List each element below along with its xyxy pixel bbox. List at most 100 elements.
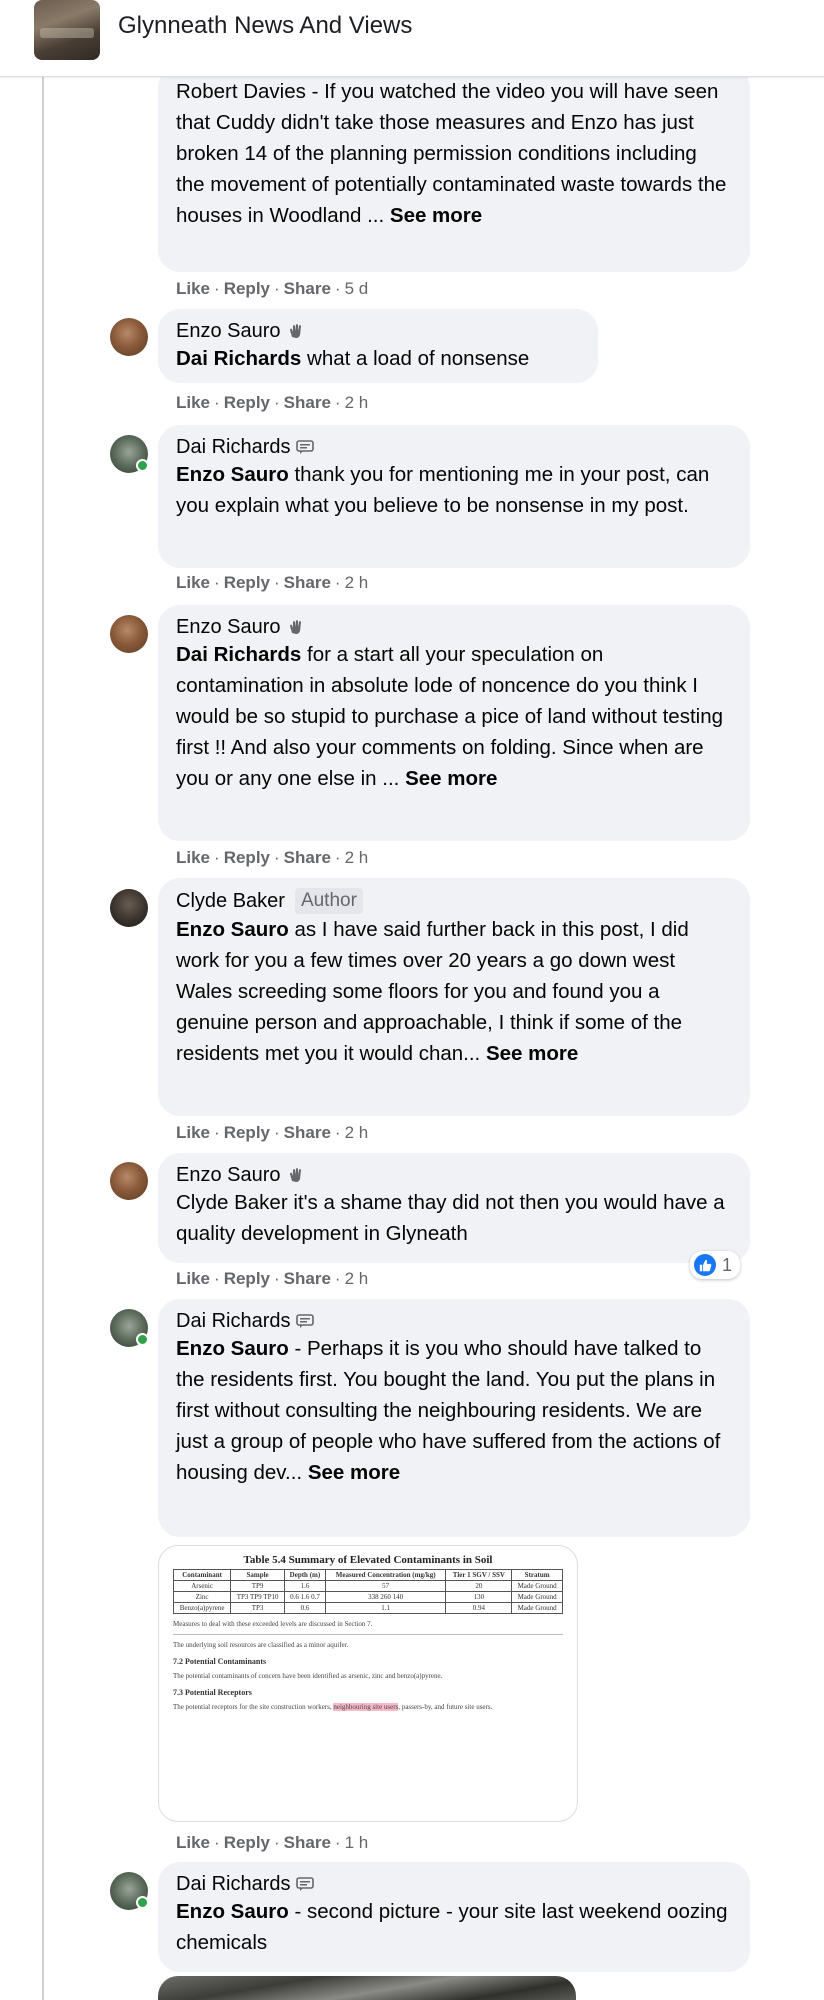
like-link[interactable]: Like xyxy=(176,279,210,298)
comment-bubble: Enzo Sauro Dai Richards what a load of n… xyxy=(158,309,598,383)
comment-actions: Like · Reply · Share · 5 d xyxy=(176,279,369,298)
comment-bubble: Enzo Sauro Clyde Baker it's a shame thay… xyxy=(158,1153,750,1263)
comment-text: Enzo Sauro thank you for mentioning me i… xyxy=(176,463,710,517)
reply-link[interactable]: Reply xyxy=(224,848,270,867)
comment-author: Dai Richards xyxy=(176,1309,730,1333)
like-link[interactable]: Like xyxy=(176,1123,210,1142)
reply-link[interactable]: Reply xyxy=(224,573,270,592)
avatar[interactable] xyxy=(110,889,148,927)
photo-attachment[interactable] xyxy=(158,1976,576,2000)
comment-bubble: Dai Richards Enzo Sauro thank you for me… xyxy=(158,425,750,568)
online-indicator xyxy=(136,459,149,472)
document-image-attachment[interactable]: Table 5.4 Summary of Elevated Contaminan… xyxy=(158,1545,578,1822)
comment-time[interactable]: 2 h xyxy=(345,393,369,412)
avatar[interactable] xyxy=(110,615,148,653)
share-link[interactable]: Share xyxy=(284,848,331,867)
comment-author: Dai Richards xyxy=(176,435,730,459)
comment-time[interactable]: 2 h xyxy=(345,848,369,867)
like-link[interactable]: Like xyxy=(176,393,210,412)
see-more-link[interactable]: See more xyxy=(390,204,482,227)
comment-bubble: Dai Richards Enzo Sauro - second picture… xyxy=(158,1862,750,1972)
reply-link[interactable]: Reply xyxy=(224,1123,270,1142)
reply-link[interactable]: Reply xyxy=(224,393,270,412)
avatar[interactable] xyxy=(110,1872,149,1910)
comment-time[interactable]: 5 d xyxy=(345,279,369,298)
comment-time[interactable]: 1 h xyxy=(345,1833,369,1852)
reply-link[interactable]: Reply xyxy=(224,279,270,298)
conversation-starter-icon xyxy=(296,1314,315,1328)
share-link[interactable]: Share xyxy=(284,573,331,592)
see-more-link[interactable]: See more xyxy=(486,1042,578,1065)
comment-actions: Like · Reply · Share · 2 h xyxy=(176,848,369,867)
avatar[interactable] xyxy=(110,318,148,356)
document-excerpt: Table 5.4 Summary of Elevated Contaminan… xyxy=(172,1554,563,1711)
comment-bubble: Clyde Baker Author Enzo Sauro as I have s… xyxy=(158,878,750,1116)
comment-actions: Like · Reply · Share · 2 h xyxy=(176,1123,369,1142)
table-header-row: Contaminant Sample Depth (m) Measured Co… xyxy=(172,1569,563,1581)
share-link[interactable]: Share xyxy=(284,1269,331,1288)
comment-actions: Like · Reply · Share · 1 h xyxy=(176,1833,369,1852)
mention-link[interactable]: Enzo Sauro xyxy=(176,1900,289,1923)
contaminants-table: Contaminant Sample Depth (m) Measured Co… xyxy=(172,1569,563,1614)
comment-author: Enzo Sauro xyxy=(176,319,578,343)
comment-bubble: Dai Richards Enzo Sauro - Perhaps it is … xyxy=(158,1299,750,1537)
mention-link[interactable]: Dai Richards xyxy=(176,347,301,370)
mention-link[interactable]: Enzo Sauro xyxy=(176,1337,289,1360)
hand-wave-icon xyxy=(289,620,301,634)
comment-text: Robert Davies - If you watched the video… xyxy=(176,80,727,227)
hand-wave-icon xyxy=(289,324,301,338)
table-row: Benzo(a)pyrene TP3 0.6 1.1 0.94 Made Ground xyxy=(172,1602,563,1614)
like-link[interactable]: Like xyxy=(176,848,210,867)
like-link[interactable]: Like xyxy=(176,1833,210,1852)
mention-link[interactable]: Dai Richards xyxy=(176,643,301,666)
comment-actions: Like · Reply · Share · 2 h xyxy=(176,393,369,412)
mention-link[interactable]: Enzo Sauro xyxy=(176,918,289,941)
reaction-summary[interactable]: 1 xyxy=(690,1251,741,1279)
online-indicator xyxy=(136,1333,149,1346)
share-link[interactable]: Share xyxy=(284,1833,331,1852)
avatar[interactable] xyxy=(110,1162,148,1200)
reply-link[interactable]: Reply xyxy=(224,1269,270,1288)
reaction-count: 1 xyxy=(722,1254,733,1275)
comment-time[interactable]: 2 h xyxy=(345,573,369,592)
comment-time[interactable]: 2 h xyxy=(345,1123,369,1142)
document-paragraph: The underlying soil resources are classi… xyxy=(173,1641,349,1649)
thread-line xyxy=(42,76,44,2000)
comment-text: Enzo Sauro - second picture - your site … xyxy=(176,1900,728,1954)
comment-text: Dai Richards what a load of nonsense xyxy=(176,347,530,370)
document-note: Measures to deal with these exceeded lev… xyxy=(173,1620,373,1628)
comment-author: Enzo Sauro xyxy=(176,1163,730,1187)
comment-text: Clyde Baker it's a shame thay did not th… xyxy=(176,1191,725,1245)
like-link[interactable]: Like xyxy=(176,573,210,592)
share-link[interactable]: Share xyxy=(284,279,331,298)
comment-time[interactable]: 2 h xyxy=(345,1269,369,1288)
table-title: Table 5.4 Summary of Elevated Contaminan… xyxy=(243,1554,493,1566)
group-title[interactable]: Glynneath News And Views xyxy=(118,12,412,40)
group-thumbnail[interactable] xyxy=(34,0,100,60)
document-heading: 7.3 Potential Receptors xyxy=(173,1688,252,1697)
highlighted-text: neighbouring site users xyxy=(333,1703,399,1711)
like-link[interactable]: Like xyxy=(176,1269,210,1288)
avatar[interactable] xyxy=(110,435,149,473)
comment-actions: Like · Reply · Share · 2 h xyxy=(176,573,369,592)
mention-link[interactable]: Enzo Sauro xyxy=(176,463,289,486)
share-link[interactable]: Share xyxy=(284,1123,331,1142)
table-row: Arsenic TP9 1.6 57 20 Made Ground xyxy=(172,1580,563,1592)
see-more-link[interactable]: See more xyxy=(308,1461,400,1484)
comment-actions: Like · Reply · Share · 2 h xyxy=(176,1269,369,1288)
document-paragraph: The potential contaminants of concern ha… xyxy=(173,1672,443,1680)
conversation-starter-icon xyxy=(296,440,315,454)
avatar[interactable] xyxy=(110,1309,149,1347)
comment-bubble: Enzo Sauro Dai Richards for a start all … xyxy=(158,605,750,841)
thumbs-up-icon xyxy=(694,1254,716,1276)
comment-text: Dai Richards for a start all your specul… xyxy=(176,643,724,790)
reply-link[interactable]: Reply xyxy=(224,1833,270,1852)
online-indicator xyxy=(136,1896,149,1909)
table-row: Zinc TP3 TP9 TP10 0.6 1.6 0.7 338 260 140 13… xyxy=(172,1591,563,1603)
comment-bubble: Robert Davies - If you watched the video… xyxy=(158,66,750,272)
see-more-link[interactable]: See more xyxy=(405,767,497,790)
share-link[interactable]: Share xyxy=(284,393,331,412)
document-heading: 7.2 Potential Contaminants xyxy=(173,1657,267,1666)
group-header: Glynneath News And Views xyxy=(0,0,824,77)
comment-text: Enzo Sauro as I have said further back i… xyxy=(176,918,689,1065)
